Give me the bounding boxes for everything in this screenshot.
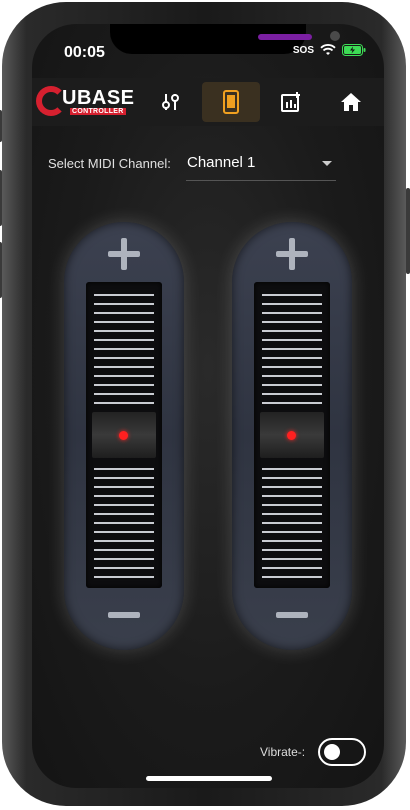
fader-1 <box>64 222 184 650</box>
top-navigation-bar: UBASE CONTROLLER <box>32 78 384 126</box>
fader-1-lower-ticks <box>94 468 154 585</box>
midi-channel-row: Select MIDI Channel: Channel 1 <box>48 154 348 182</box>
sos-label: SOS <box>292 44 314 56</box>
fader-2-lower-ticks <box>262 468 322 585</box>
home-indicator[interactable] <box>146 776 272 781</box>
fader-2-track[interactable] <box>254 282 330 588</box>
fader-1-upper-ticks <box>94 294 154 411</box>
fader-2-indicator-dot <box>287 431 296 440</box>
tab-home[interactable] <box>322 82 380 122</box>
fader-2-knob[interactable] <box>260 412 324 458</box>
app-screen: 00:05 SOS UBASE CONTROLLER Select MIDI C… <box>32 24 384 788</box>
tab-sliders[interactable] <box>142 82 200 122</box>
fader-1-plus-button[interactable] <box>108 238 140 270</box>
fader-1-knob[interactable] <box>92 412 156 458</box>
fader-2-minus-button[interactable] <box>276 612 308 618</box>
phone-frame: 00:05 SOS UBASE CONTROLLER Select MIDI C… <box>0 2 410 806</box>
tab-equalizer[interactable] <box>262 82 320 122</box>
mute-switch <box>0 110 2 142</box>
fader-1-indicator-dot <box>119 431 128 440</box>
vibrate-toggle[interactable] <box>318 738 366 766</box>
dropdown-arrow-icon <box>322 161 332 166</box>
midi-channel-dropdown[interactable]: Channel 1 <box>186 154 336 181</box>
midi-channel-value: Channel 1 <box>187 154 256 171</box>
fader-2-upper-ticks <box>262 294 322 411</box>
cubase-logo: UBASE CONTROLLER <box>36 86 136 120</box>
power-button <box>406 188 410 274</box>
phone-icon <box>223 90 239 114</box>
fader-2 <box>232 222 352 650</box>
equalizer-icon <box>281 92 300 112</box>
vibrate-label: Vibrate-: <box>260 745 306 759</box>
home-icon <box>341 93 361 111</box>
fader-2-plus-button[interactable] <box>276 238 308 270</box>
fader-1-track[interactable] <box>86 282 162 588</box>
fader-1-minus-button[interactable] <box>108 612 140 618</box>
sliders-icon <box>162 94 179 110</box>
midi-channel-label: Select MIDI Channel: <box>48 156 171 171</box>
battery-icon <box>342 44 366 56</box>
notch <box>110 24 340 54</box>
status-icons: SOS <box>293 44 366 56</box>
tab-phone-faders[interactable] <box>202 82 260 122</box>
logo-wordmark: UBASE <box>62 87 135 109</box>
camera <box>330 31 340 41</box>
status-time: 00:05 <box>64 44 105 61</box>
vibrate-toggle-knob <box>324 744 340 760</box>
wifi-icon <box>320 44 336 55</box>
volume-down-button <box>0 242 2 298</box>
volume-up-button <box>0 170 2 226</box>
logo-subtitle: CONTROLLER <box>70 108 126 115</box>
speaker <box>258 34 312 40</box>
